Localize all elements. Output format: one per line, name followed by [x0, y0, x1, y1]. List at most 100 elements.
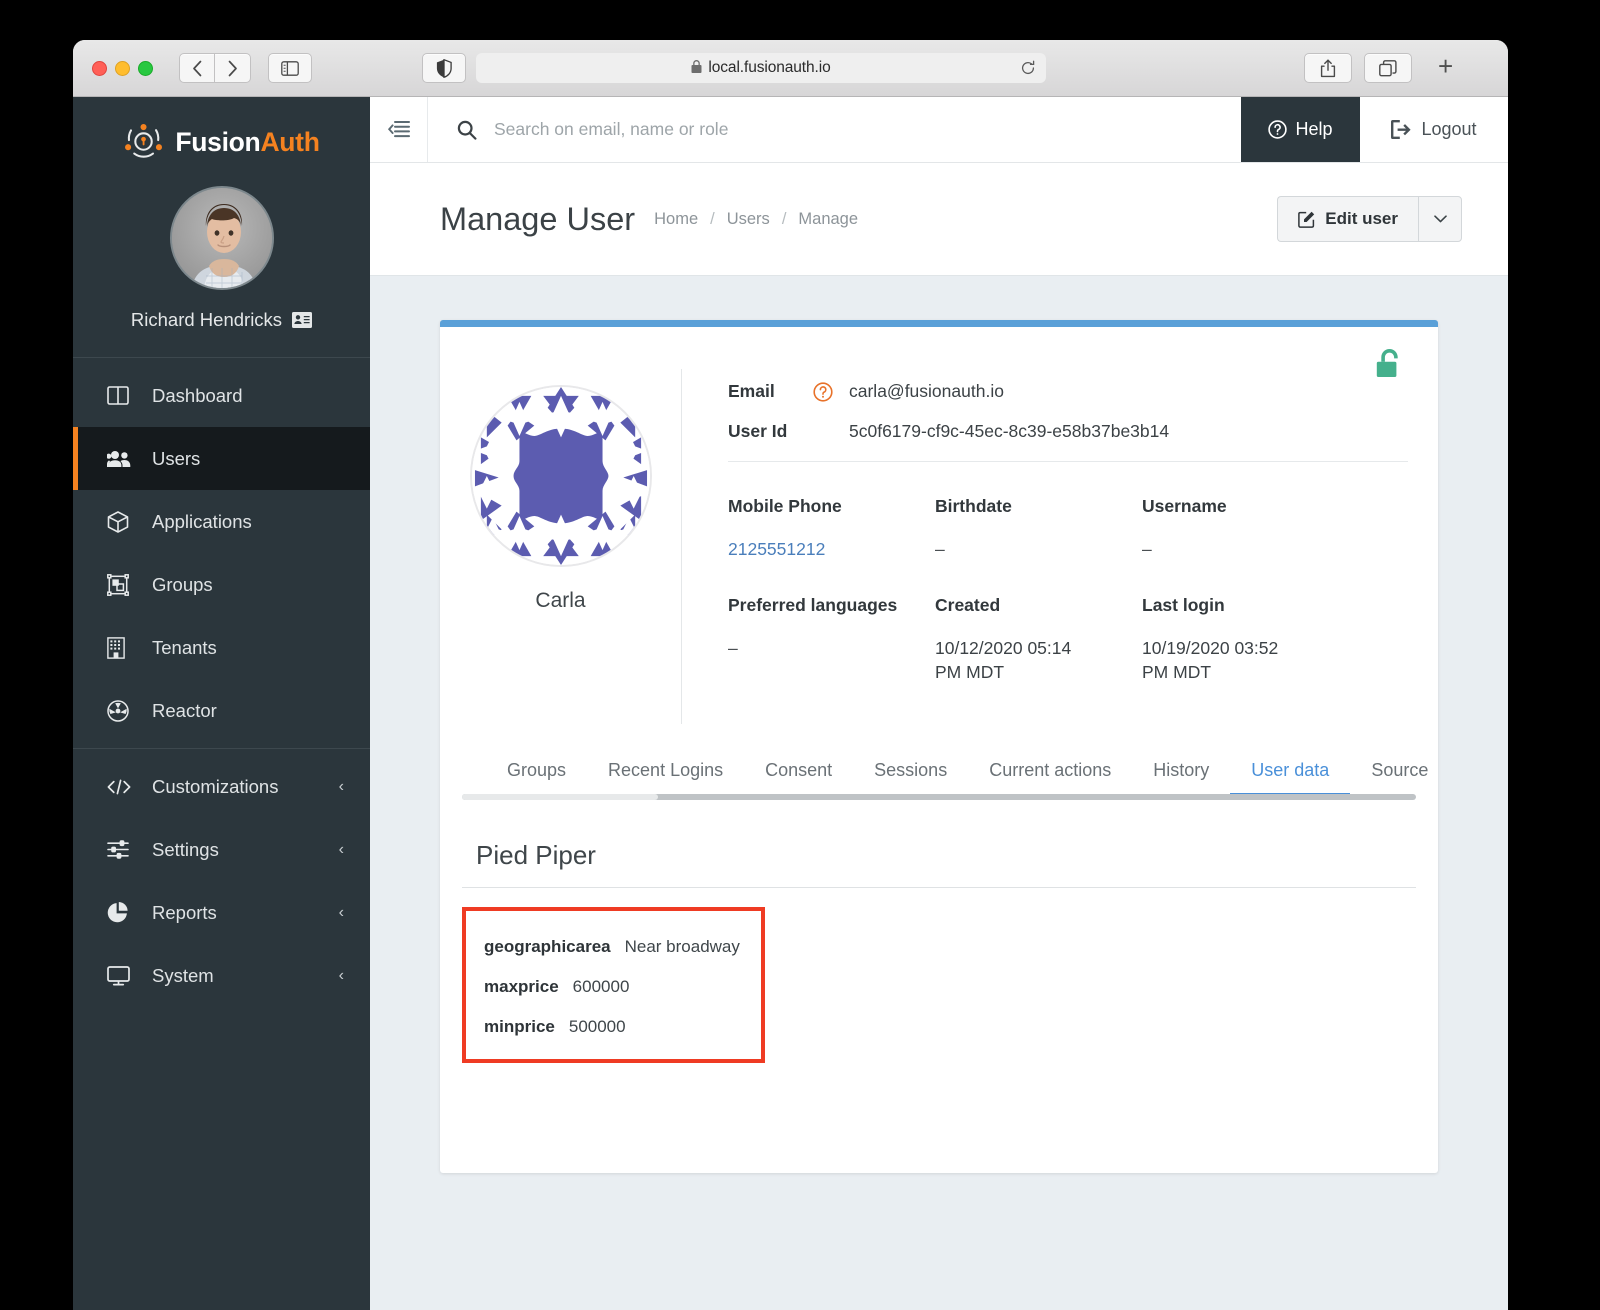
help-button[interactable]: Help [1241, 97, 1360, 162]
main-region: Help Logout Manage User Home / Users / [370, 97, 1508, 1310]
edit-user-dropdown-button[interactable] [1418, 196, 1462, 242]
sidebar-item-dashboard[interactable]: Dashboard [73, 364, 370, 427]
user-data-key: geographicarea [484, 937, 611, 957]
email-label: Email [728, 381, 775, 401]
code-icon [107, 779, 133, 795]
brand-logo[interactable]: FusionAuth [73, 97, 370, 164]
lock-icon [691, 60, 702, 74]
share-button[interactable] [1304, 53, 1352, 83]
sidebar-item-label: Groups [152, 573, 213, 595]
card-tabs-wrap: Groups Recent Logins Consent Sessions Cu… [462, 750, 1428, 801]
user-data-section-title: Pied Piper [476, 840, 596, 871]
close-window-button[interactable] [92, 60, 107, 76]
new-tab-button[interactable]: + [1438, 53, 1453, 83]
tab-consent[interactable]: Consent [744, 750, 853, 794]
logout-button[interactable]: Logout [1360, 97, 1508, 162]
field-value-mobile-phone[interactable]: 2125551212 [728, 537, 935, 583]
tab-recent-logins[interactable]: Recent Logins [587, 750, 744, 794]
user-data-value: 600000 [572, 977, 630, 997]
collapse-menu-icon [387, 121, 410, 138]
user-data-value: Near broadway [624, 937, 740, 957]
user-data-panel: Pied Piper geographicarea Near broadway … [440, 800, 1438, 1064]
tab-groups[interactable]: Groups [486, 750, 587, 794]
breadcrumb-users[interactable]: Users [727, 210, 770, 229]
address-bar[interactable]: local.fusionauth.io [476, 53, 1046, 83]
sidebar-item-users[interactable]: Users [73, 427, 370, 490]
sidebar-item-customizations[interactable]: Customizations ‹ [73, 755, 370, 818]
logout-icon [1391, 120, 1412, 139]
sidebar-user[interactable]: Richard Hendricks [73, 309, 370, 357]
help-label: Help [1295, 119, 1333, 139]
sidebar-item-label: Tenants [152, 636, 217, 658]
maximize-window-button[interactable] [138, 60, 153, 76]
tab-history[interactable]: History [1132, 750, 1230, 794]
browser-sidebar-toggle-button[interactable] [268, 53, 312, 83]
reload-icon [1021, 60, 1035, 75]
sidebar-nav-secondary: Customizations ‹ Settings ‹ Reports ‹ Sy… [73, 749, 370, 1013]
tabs-scrollbar[interactable] [462, 794, 1416, 801]
tabs-scrollbar-thumb[interactable] [462, 794, 658, 801]
breadcrumb: Home / Users / Manage [654, 210, 858, 229]
navigation-buttons [179, 53, 251, 83]
question-circle-icon[interactable] [813, 381, 833, 402]
chevron-left-icon: ‹ [338, 903, 344, 921]
user-data-key: maxprice [484, 977, 559, 997]
user-data-row: geographicarea Near broadway [484, 937, 761, 957]
tab-sessions[interactable]: Sessions [853, 750, 968, 794]
brand-auth-text: Auth [260, 127, 320, 157]
sidebar-item-label: Users [152, 447, 201, 469]
sidebar-item-groups[interactable]: Groups [73, 553, 370, 616]
privacy-shield-button[interactable] [422, 53, 466, 83]
fusionauth-logo-icon [125, 124, 163, 158]
sidebar-nav-primary: Dashboard Users Applications Groups Tena… [73, 358, 370, 748]
share-icon [1320, 59, 1336, 77]
user-detail-card: Carla Email carla@fusionauth.io User Id … [440, 320, 1438, 1173]
field-value-last-login: 10/19/2020 03:52 PM MDT [1142, 638, 1279, 683]
reload-button[interactable] [1020, 60, 1036, 76]
tab-current-actions[interactable]: Current actions [968, 750, 1132, 794]
tab-overview-button[interactable] [1364, 53, 1412, 83]
browser-titlebar: local.fusionauth.io + [73, 40, 1508, 97]
sidebar-item-applications[interactable]: Applications [73, 490, 370, 553]
breadcrumb-manage[interactable]: Manage [798, 210, 858, 229]
sidebar-item-reactor[interactable]: Reactor [73, 679, 370, 742]
sidebar-item-label: System [152, 964, 214, 986]
forward-button[interactable] [215, 53, 251, 83]
unlock-icon[interactable] [1376, 349, 1403, 381]
tab-user-data[interactable]: User data [1230, 750, 1351, 798]
user-fields-grid: Mobile Phone Birthdate Username 21255512… [728, 496, 1438, 724]
search-area [428, 97, 1241, 162]
user-data-rule [462, 887, 1416, 889]
sidebar-item-settings[interactable]: Settings ‹ [73, 818, 370, 881]
breadcrumb-separator: / [710, 209, 715, 228]
edit-user-button[interactable]: Edit user [1277, 196, 1418, 242]
app-sidebar: FusionAuth Richard Hendricks Dashboard U… [73, 97, 370, 1310]
field-label: Username [1142, 496, 1227, 516]
sidebar-item-tenants[interactable]: Tenants [73, 616, 370, 679]
dashboard-icon [107, 386, 133, 405]
sidebar-item-system[interactable]: System ‹ [73, 944, 370, 1007]
page-title: Manage User [440, 200, 636, 237]
field-value-birthdate: – [935, 539, 945, 559]
breadcrumb-home[interactable]: Home [654, 210, 698, 229]
building-icon [107, 636, 133, 659]
user-data-highlight-box: geographicarea Near broadway maxprice 60… [462, 907, 765, 1064]
sidebar-user-name: Richard Hendricks [130, 309, 283, 330]
sliders-icon [107, 840, 133, 859]
address-bar-url: local.fusionauth.io [708, 59, 831, 76]
card-top-section: Carla Email carla@fusionauth.io User Id … [440, 327, 1438, 725]
reactor-icon [107, 699, 133, 722]
tab-source[interactable]: Source [1350, 750, 1449, 794]
identicon-column: Carla [440, 369, 681, 724]
card-tabs: Groups Recent Logins Consent Sessions Cu… [462, 750, 1428, 798]
field-label: Created [935, 595, 1001, 616]
minimize-window-button[interactable] [115, 60, 130, 76]
search-input[interactable] [494, 119, 1200, 140]
browser-window: local.fusionauth.io + FusionAuth Richard… [73, 40, 1508, 1310]
back-button[interactable] [179, 53, 215, 83]
collapse-menu-button[interactable] [370, 97, 428, 162]
sidebar-item-label: Customizations [152, 775, 279, 797]
edit-user-label: Edit user [1325, 209, 1398, 228]
app-topbar: Help Logout [370, 97, 1508, 163]
sidebar-item-reports[interactable]: Reports ‹ [73, 881, 370, 944]
